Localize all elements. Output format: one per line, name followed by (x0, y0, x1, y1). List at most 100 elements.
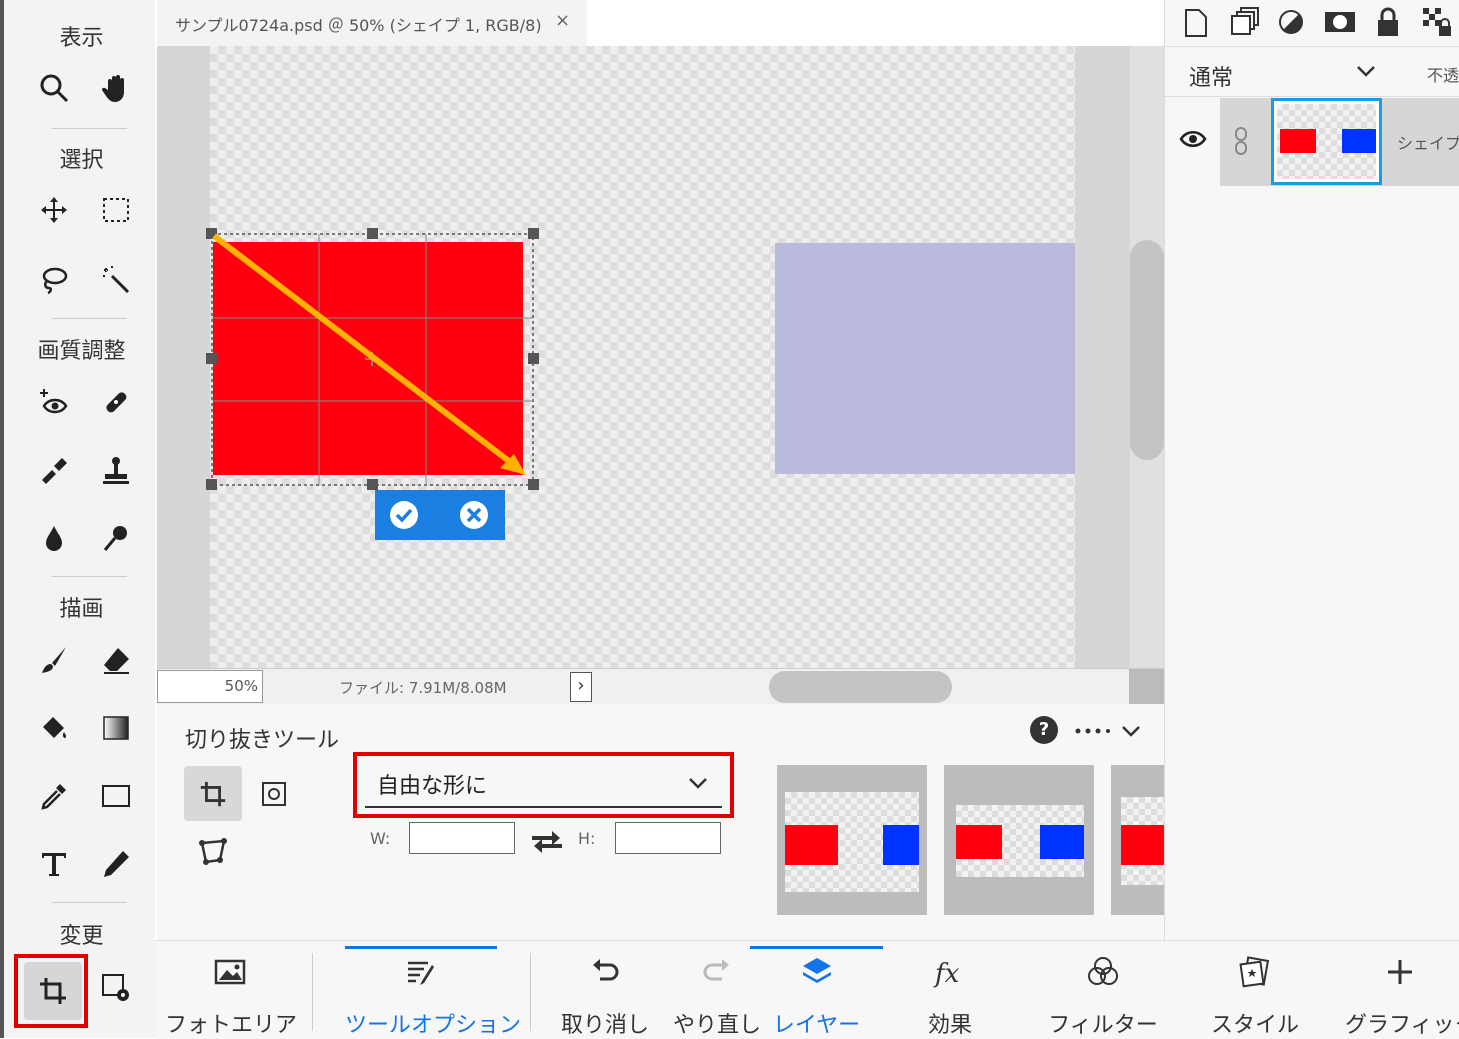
tool-options-label: ツールオプション (345, 1013, 522, 1038)
styles-button[interactable]: スタイル (1205, 941, 1305, 1039)
duplicate-layer-icon[interactable] (1229, 6, 1261, 38)
layer-thumbnail[interactable] (1271, 98, 1382, 185)
chevron-down-icon[interactable] (1355, 60, 1377, 82)
crop-settings-icon[interactable] (260, 780, 288, 808)
lock-transparency-icon[interactable] (1421, 6, 1453, 38)
move-tool[interactable] (34, 190, 74, 230)
sponge-tool[interactable] (34, 450, 74, 490)
section-label-adjust: 画質調整 (37, 339, 126, 364)
undo-label: 取り消し (560, 1013, 649, 1038)
swap-arrows-icon[interactable] (530, 826, 564, 856)
photo-area-button[interactable]: フォトエリア (165, 941, 297, 1039)
healing-tool[interactable] (96, 382, 136, 422)
style-cards-icon (1239, 956, 1270, 988)
canvas-gear-icon (102, 974, 129, 1001)
height-input[interactable] (615, 822, 721, 854)
gradient-tool[interactable] (96, 708, 136, 748)
text-tool[interactable] (34, 844, 74, 884)
eyedropper-tool[interactable] (34, 776, 74, 816)
paint-bucket-tool[interactable] (34, 708, 74, 748)
adjustment-layer-icon[interactable] (1277, 8, 1305, 36)
effects-label: 効果 (927, 1013, 972, 1038)
crop-icon (200, 781, 226, 806)
perspective-crop-icon[interactable] (198, 838, 228, 866)
crop-bounding-box[interactable] (200, 222, 550, 502)
eyedropper-icon (41, 784, 66, 810)
tool-options-button[interactable]: ツールオプション (345, 941, 522, 1039)
new-layer-icon[interactable] (1183, 8, 1209, 38)
filters-label: フィルター (1048, 1013, 1158, 1038)
scroll-corner (1129, 669, 1164, 705)
lavender-shape (775, 243, 1075, 474)
crop-preset-thumb[interactable] (777, 765, 927, 915)
width-input[interactable] (409, 822, 515, 854)
chevron-down-icon[interactable] (1120, 720, 1142, 742)
gradient-icon (103, 716, 129, 740)
document-tab[interactable]: サンプル0724a.psd ＠ 50% (シェイプ 1, RGB/8) × (157, 0, 587, 46)
crop-tool[interactable] (24, 962, 82, 1020)
eraser-tool[interactable] (96, 640, 136, 680)
separator (52, 902, 127, 903)
styles-label: スタイル (1210, 1013, 1299, 1038)
visibility-eye-icon[interactable] (1179, 128, 1207, 150)
file-size-info: ファイル: 7.91M/8.08M (339, 679, 507, 697)
magic-wand-icon (103, 266, 130, 294)
text-t-icon (42, 853, 66, 876)
section-label-view: 表示 (59, 26, 104, 51)
undo-button[interactable]: 取り消し (555, 941, 655, 1039)
effects-button[interactable]: fx 効果 (900, 941, 1000, 1039)
quick-select-tool[interactable] (96, 260, 136, 300)
separator (52, 318, 127, 319)
stamp-icon (103, 457, 129, 484)
close-tab-icon[interactable]: × (555, 10, 570, 31)
separator (52, 576, 127, 577)
marquee-tool[interactable] (96, 190, 136, 230)
tool-options-title: 切り抜きツール (185, 728, 340, 753)
aspect-ratio-dropdown[interactable]: 自由な形に (365, 762, 722, 808)
lasso-icon (42, 267, 68, 295)
chevron-down-icon (689, 778, 707, 789)
cancel-circle-icon[interactable] (458, 499, 490, 531)
crop-preset-thumb[interactable] (1111, 765, 1164, 915)
crop-icon (40, 978, 66, 1004)
fx-icon: fx (933, 959, 960, 989)
crop-confirm-bar (375, 490, 505, 540)
check-circle-icon[interactable] (388, 499, 420, 531)
pencil-tool[interactable] (96, 844, 136, 884)
help-icon[interactable]: ? (1030, 716, 1058, 744)
blur-tool[interactable] (34, 518, 74, 558)
blend-mode-dropdown[interactable]: 通常 (1189, 60, 1233, 92)
lasso-tool[interactable] (34, 260, 74, 300)
brush-fill-icon (42, 458, 67, 484)
zoom-field[interactable]: 50% (157, 670, 263, 703)
crop-mode-button[interactable] (184, 766, 242, 821)
opacity-label: 不透 (1427, 66, 1459, 85)
resize-tool[interactable] (96, 968, 136, 1008)
brush-tool[interactable] (34, 640, 74, 680)
crop-preset-thumb[interactable] (944, 765, 1094, 915)
filters-button[interactable]: フィルター (1048, 941, 1158, 1039)
layer-mask-icon[interactable] (1323, 8, 1357, 36)
status-expand-button[interactable]: › (570, 672, 592, 702)
graphics-button[interactable]: グラフィック (1345, 941, 1459, 1039)
bandage-icon (106, 392, 127, 413)
layers-button[interactable]: レイヤー (750, 941, 883, 1039)
link-icon[interactable] (1233, 126, 1249, 156)
hand-tool[interactable] (96, 68, 136, 108)
plus-icon (1388, 960, 1412, 984)
more-dots-icon[interactable] (1062, 722, 1114, 740)
zoom-tool[interactable] (34, 68, 74, 108)
hand-icon (101, 75, 124, 102)
section-label-draw: 描画 (59, 597, 104, 622)
left-toolbar: 表示 選択 画質調整 描画 変更 (0, 0, 155, 1038)
red-eye-tool[interactable] (34, 382, 74, 422)
clone-stamp-tool[interactable] (96, 450, 136, 490)
filter-circles-icon (1088, 957, 1118, 985)
brush-icon (42, 647, 66, 673)
vertical-scrollbar-thumb[interactable] (1130, 240, 1164, 460)
horizontal-scrollbar-thumb[interactable] (769, 671, 952, 703)
shape-tool[interactable] (96, 776, 136, 816)
lock-icon[interactable] (1375, 6, 1401, 38)
layer-name: シェイプ (1397, 134, 1459, 153)
dodge-tool[interactable] (96, 518, 136, 558)
